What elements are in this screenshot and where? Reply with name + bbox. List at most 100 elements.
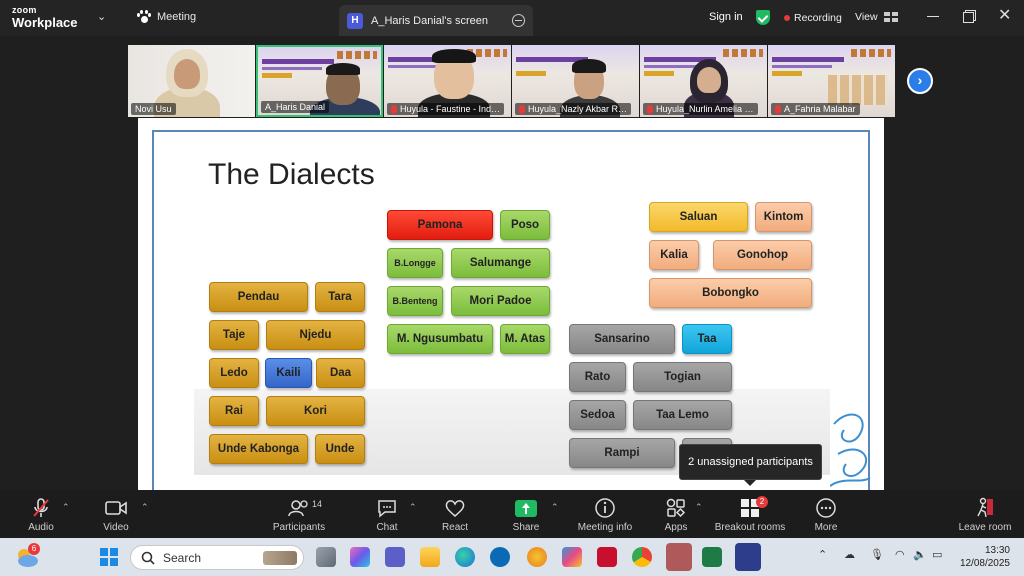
- breakout-rooms-button[interactable]: 2 Breakout rooms: [711, 496, 789, 533]
- dialect-box-saluan: Saluan: [649, 202, 748, 232]
- dialect-box-njedu: Njedu: [266, 320, 365, 350]
- system-clock[interactable]: 13:30 12/08/2025: [958, 544, 1010, 570]
- sign-in-button[interactable]: Sign in: [709, 11, 743, 23]
- dialect-box-bobongko: Bobongko: [649, 278, 812, 308]
- microphone-icon[interactable]: 🎙: [870, 548, 884, 561]
- presenter-avatar: H: [347, 12, 363, 29]
- more-button[interactable]: More: [791, 496, 861, 533]
- video-options-chevron-icon[interactable]: ⌃: [141, 502, 149, 513]
- share-options-chevron-icon[interactable]: ⌃: [551, 502, 559, 513]
- chevron-right-icon[interactable]: ›: [907, 68, 933, 94]
- meeting-info-label: Meeting info: [577, 522, 633, 533]
- chrome-icon[interactable]: [632, 547, 652, 567]
- clock-time: 13:30: [984, 545, 1010, 556]
- participant-tile[interactable]: Novi Usu: [128, 45, 255, 117]
- dialect-box-kintom: Kintom: [755, 202, 812, 232]
- leave-room-icon: [977, 497, 993, 518]
- participant-tile[interactable]: A_Fahria Malabar: [768, 45, 895, 117]
- audio-options-chevron-icon[interactable]: ⌃: [62, 502, 70, 513]
- chat-options-chevron-icon[interactable]: ⌃: [409, 502, 417, 513]
- dialect-box-m-ngusumbatu: M. Ngusumbatu: [387, 324, 493, 354]
- file-explorer-icon[interactable]: [420, 547, 440, 567]
- meeting-tab[interactable]: Meeting: [137, 10, 196, 24]
- dialect-box-taa-lemo: Taa Lemo: [633, 400, 732, 430]
- muted-mic-icon: [647, 104, 653, 114]
- participant-name: Novi Usu: [131, 103, 176, 115]
- minimize-window-button[interactable]: [926, 9, 940, 23]
- slide-title: The Dialects: [208, 158, 375, 191]
- dialect-box-kaili: Kaili: [265, 358, 312, 388]
- close-window-button[interactable]: ✕: [998, 8, 1012, 24]
- dialect-box-daa: Daa: [316, 358, 365, 388]
- dialect-box-sansarino: Sansarino: [569, 324, 675, 354]
- decorative-swirl: [830, 413, 871, 487]
- windows-start-icon[interactable]: [99, 547, 119, 567]
- dialect-box-taa: Taa: [682, 324, 732, 354]
- muted-mic-icon: [391, 104, 397, 114]
- heart-icon: [445, 500, 465, 517]
- chevron-down-icon[interactable]: ⌄: [97, 10, 106, 23]
- excel-icon[interactable]: [702, 547, 722, 567]
- dialect-box-rampi: Rampi: [569, 438, 675, 468]
- apps-options-chevron-icon[interactable]: ⌃: [695, 502, 703, 513]
- participants-button[interactable]: 14 Participants: [264, 496, 334, 533]
- participants-label: Participants: [272, 522, 326, 533]
- cloud-sync-icon[interactable]: ☁: [844, 548, 855, 561]
- shared-screen: The Dialects Pamona Poso B.Longge Saluma…: [138, 118, 884, 508]
- participant-tile[interactable]: Huyula_Nazly Akbar R…: [512, 45, 639, 117]
- dialect-box-mori-padoe: Mori Padoe: [451, 286, 550, 316]
- search-icon: [141, 551, 155, 565]
- apps-icon: [666, 498, 686, 518]
- recording-indicator[interactable]: Recording: [784, 12, 842, 24]
- screen-share-tab[interactable]: H A_Haris Danial's screen: [339, 5, 533, 36]
- mcafee-icon[interactable]: [597, 547, 617, 567]
- app-icon[interactable]: [527, 547, 547, 567]
- paw-icon: [137, 10, 151, 24]
- participant-tile[interactable]: Huyula_Nurlin Amelia …: [640, 45, 767, 117]
- participant-tile-active-speaker[interactable]: A_Haris Danial: [256, 45, 383, 117]
- react-button[interactable]: React: [420, 496, 490, 533]
- view-button[interactable]: View: [855, 11, 899, 23]
- battery-icon[interactable]: ▭: [932, 548, 942, 561]
- dialect-box-gonohop: Gonohop: [713, 240, 812, 270]
- view-label: View: [855, 11, 878, 23]
- minimize-share-icon[interactable]: [512, 14, 525, 27]
- dialect-box-pamona: Pamona: [387, 210, 493, 240]
- tray-chevron-icon[interactable]: ⌃: [818, 548, 827, 561]
- participant-name: Huyula_Nazly Akbar R…: [515, 103, 632, 115]
- leave-room-button[interactable]: Leave room: [950, 496, 1020, 533]
- meeting-info-button[interactable]: Meeting info: [570, 496, 640, 533]
- dialect-box-taje: Taje: [209, 320, 259, 350]
- dialect-box-rai: Rai: [209, 396, 259, 426]
- hp-icon[interactable]: [490, 547, 510, 567]
- restore-window-button[interactable]: [962, 9, 976, 23]
- shield-check-icon[interactable]: [756, 10, 770, 25]
- zoom-app-icon[interactable]: [735, 543, 761, 571]
- volume-icon[interactable]: 🔈: [913, 548, 927, 561]
- mic-muted-icon: [33, 498, 49, 517]
- audio-label: Audio: [28, 522, 54, 533]
- clock-date: 12/08/2025: [959, 558, 1010, 569]
- muted-mic-icon: [775, 104, 781, 114]
- copilot-icon[interactable]: [350, 547, 370, 567]
- word-icon-active[interactable]: [666, 543, 692, 571]
- camera-icon: [105, 501, 127, 515]
- participant-name: Huyula_Nurlin Amelia …: [643, 103, 758, 115]
- title-bar: zoom Workplace ⌄ Meeting H A_Haris Dania…: [0, 0, 1024, 36]
- video-label: Video: [103, 522, 129, 533]
- dialect-box-sedoa: Sedoa: [569, 400, 626, 430]
- muted-mic-icon: [519, 104, 525, 114]
- wifi-icon[interactable]: ◠: [895, 548, 905, 561]
- store-icon[interactable]: [562, 547, 582, 567]
- participant-tile[interactable]: Huyula - Faustine - Ind…: [384, 45, 511, 117]
- share-screen-icon: [515, 499, 537, 517]
- chat-label: Chat: [376, 522, 398, 533]
- participant-gallery: Novi Usu A_Haris Danial Huyula - Faustin…: [128, 45, 896, 117]
- weather-widget[interactable]: 6: [14, 543, 40, 569]
- taskbar-search-box[interactable]: Search: [130, 545, 304, 570]
- task-view-icon[interactable]: [316, 547, 336, 567]
- dialect-box-b-benteng: B.Benteng: [387, 286, 443, 316]
- zoom-workplace-logo[interactable]: zoom Workplace: [12, 6, 78, 30]
- teams-icon[interactable]: [385, 547, 405, 567]
- edge-icon[interactable]: [455, 547, 475, 567]
